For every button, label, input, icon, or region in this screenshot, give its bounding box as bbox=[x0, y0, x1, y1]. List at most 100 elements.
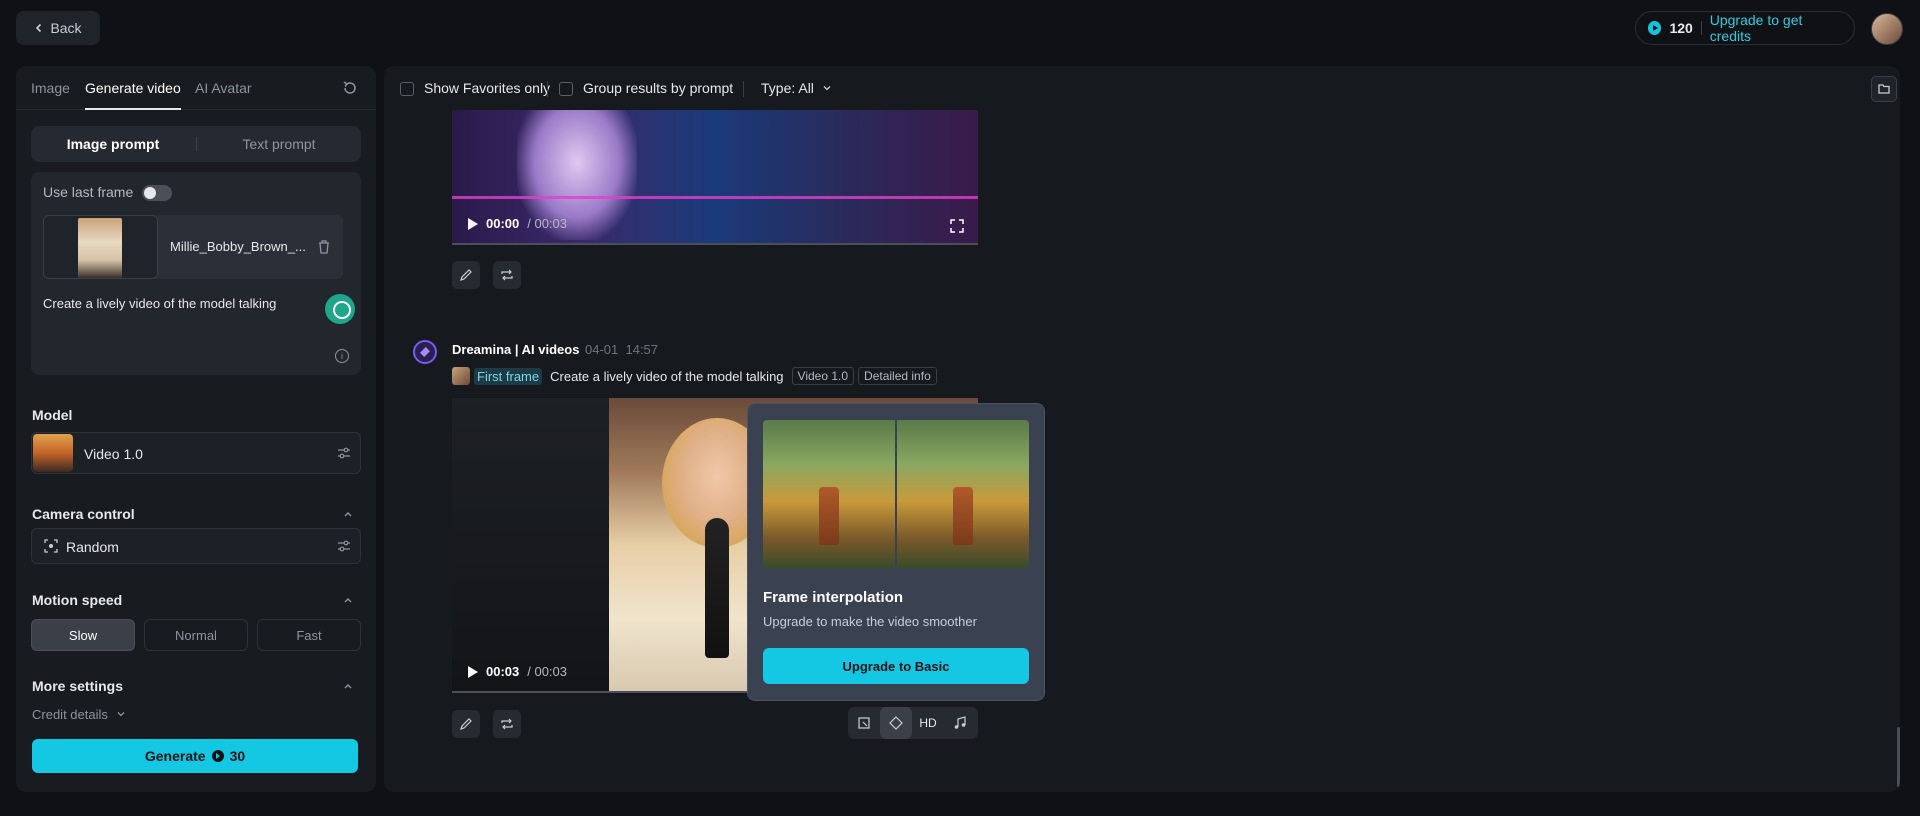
regenerate-button[interactable] bbox=[493, 261, 521, 289]
focus-frame-icon bbox=[44, 539, 58, 553]
generation-date: 04-01 bbox=[585, 342, 619, 357]
image-prompt-button[interactable]: Image prompt bbox=[31, 126, 195, 162]
back-label: Back bbox=[50, 20, 82, 36]
frame-interpolation-popover: Frame interpolation Upgrade to make the … bbox=[747, 403, 1045, 701]
more-settings-label[interactable]: More settings bbox=[32, 678, 123, 694]
model-selector[interactable]: Video 1.0 bbox=[31, 432, 361, 474]
regenerate-button[interactable] bbox=[493, 710, 521, 738]
filter-bar: Show Favorites only Group results by pro… bbox=[384, 66, 1900, 110]
video-1-controls: 00:00 / 00:03 bbox=[468, 216, 567, 231]
credits-pill[interactable]: 120 Upgrade to get credits bbox=[1635, 11, 1855, 45]
dreamina-logo-icon bbox=[413, 340, 437, 364]
trash-icon[interactable] bbox=[317, 239, 331, 255]
generation-meta: First frame Create a lively video of the… bbox=[452, 366, 937, 386]
assistant-chat-icon[interactable] bbox=[325, 294, 355, 324]
file-name: Millie_Bobby_Brown_... bbox=[170, 239, 305, 254]
folder-button[interactable] bbox=[1871, 76, 1897, 102]
giraffe-figure bbox=[953, 486, 973, 545]
edit-button[interactable] bbox=[452, 710, 480, 738]
folder-icon bbox=[1878, 84, 1890, 94]
credit-count: 120 bbox=[1669, 20, 1693, 36]
chevron-down-icon bbox=[117, 712, 124, 717]
use-last-frame-label: Use last frame bbox=[43, 184, 134, 200]
active-tab-underline bbox=[85, 108, 181, 110]
first-frame-label: First frame bbox=[474, 367, 543, 385]
model-name: Video 1.0 bbox=[84, 446, 143, 462]
prompt-textarea[interactable]: Create a lively video of the model talki… bbox=[43, 296, 276, 311]
popover-subtitle: Upgrade to make the video smoother bbox=[763, 614, 977, 629]
motion-speed-label: Motion speed bbox=[32, 592, 123, 608]
fullscreen-icon[interactable] bbox=[950, 219, 964, 233]
repeat-icon bbox=[501, 718, 513, 730]
pencil-icon bbox=[460, 718, 472, 730]
speed-normal-button[interactable]: Normal bbox=[144, 619, 248, 651]
group-checkbox[interactable] bbox=[559, 82, 573, 96]
mode-tabs: Image Generate video AI Avatar bbox=[16, 66, 376, 110]
giraffe-figure bbox=[819, 486, 839, 545]
video-neon-strip bbox=[452, 196, 978, 199]
use-last-frame-toggle[interactable] bbox=[142, 185, 172, 201]
file-thumbnail-frame[interactable] bbox=[43, 215, 158, 279]
tab-generate-video[interactable]: Generate video bbox=[85, 80, 181, 96]
scrollbar[interactable] bbox=[1897, 727, 1900, 787]
user-avatar[interactable] bbox=[1871, 13, 1903, 45]
info-icon[interactable]: i bbox=[335, 349, 349, 363]
video-2-time-current: 00:03 bbox=[486, 664, 520, 679]
generate-cost: 30 bbox=[229, 748, 246, 764]
reset-icon[interactable] bbox=[342, 80, 358, 96]
favorites-checkbox[interactable] bbox=[400, 82, 414, 96]
video-2-microphone bbox=[705, 518, 729, 658]
preview-after bbox=[897, 420, 1029, 568]
chevron-up-icon[interactable] bbox=[342, 508, 354, 520]
tab-ai-avatar[interactable]: AI Avatar bbox=[195, 80, 252, 96]
hd-button[interactable]: HD bbox=[912, 707, 944, 739]
credit-coin-icon bbox=[211, 750, 224, 762]
generation-time: 14:57 bbox=[625, 342, 659, 357]
generation-timestamp: 04-01 14:57 bbox=[585, 342, 658, 357]
generate-label: Generate bbox=[144, 748, 206, 764]
upscale-button[interactable] bbox=[848, 707, 880, 739]
chevron-up-icon[interactable] bbox=[342, 594, 354, 606]
video-tools: HD bbox=[848, 707, 978, 739]
back-button[interactable]: Back bbox=[16, 11, 100, 45]
text-prompt-button[interactable]: Text prompt bbox=[197, 126, 361, 162]
camera-control-selector[interactable]: Random bbox=[31, 528, 361, 564]
model-tag: Video 1.0 bbox=[791, 367, 855, 385]
video-player-1[interactable]: 00:00 / 00:03 bbox=[452, 110, 978, 245]
credit-details-toggle[interactable]: Credit details bbox=[32, 707, 126, 722]
chevron-up-icon[interactable] bbox=[342, 680, 354, 692]
edit-button[interactable] bbox=[452, 261, 480, 289]
generation-prompt: Create a lively video of the model talki… bbox=[550, 368, 784, 384]
play-icon[interactable] bbox=[468, 217, 478, 230]
left-panel: Image Generate video AI Avatar Image pro… bbox=[16, 66, 376, 792]
frame-interpolation-button[interactable] bbox=[880, 707, 912, 739]
upgrade-basic-button[interactable]: Upgrade to Basic bbox=[763, 648, 1029, 684]
model-thumbnail bbox=[33, 434, 73, 472]
audio-button[interactable] bbox=[944, 707, 976, 739]
speed-fast-button[interactable]: Fast bbox=[257, 619, 361, 651]
pencil-icon bbox=[460, 269, 472, 281]
speed-slow-button[interactable]: Slow bbox=[31, 619, 135, 651]
detailed-info-tag[interactable]: Detailed info bbox=[858, 367, 937, 385]
generation-title: Dreamina | AI videos bbox=[452, 342, 580, 357]
favorites-label[interactable]: Show Favorites only bbox=[424, 80, 550, 96]
group-label[interactable]: Group results by prompt bbox=[583, 80, 733, 96]
generate-button[interactable]: Generate 30 bbox=[32, 739, 358, 773]
sliders-icon[interactable] bbox=[337, 539, 351, 553]
pill-divider bbox=[1700, 21, 1702, 35]
video-1-time-current: 00:00 bbox=[486, 216, 520, 231]
upgrade-credits-link[interactable]: Upgrade to get credits bbox=[1710, 12, 1842, 44]
play-icon[interactable] bbox=[468, 665, 478, 678]
filter-divider bbox=[547, 81, 548, 97]
results-panel: Show Favorites only Group results by pro… bbox=[384, 66, 1900, 792]
sliders-icon[interactable] bbox=[337, 446, 351, 460]
preview-before bbox=[763, 420, 895, 568]
camera-value: Random bbox=[66, 539, 119, 555]
music-note-icon bbox=[954, 716, 966, 729]
prompt-box: Use last frame Millie_Bobby_Brown_... Cr… bbox=[31, 172, 361, 375]
interpolation-preview bbox=[763, 420, 1029, 568]
prompt-mode-switch: Image prompt Text prompt bbox=[31, 126, 361, 162]
tab-image[interactable]: Image bbox=[31, 80, 70, 96]
model-section-label: Model bbox=[32, 407, 73, 423]
type-filter-dropdown[interactable]: Type: All bbox=[761, 80, 832, 96]
